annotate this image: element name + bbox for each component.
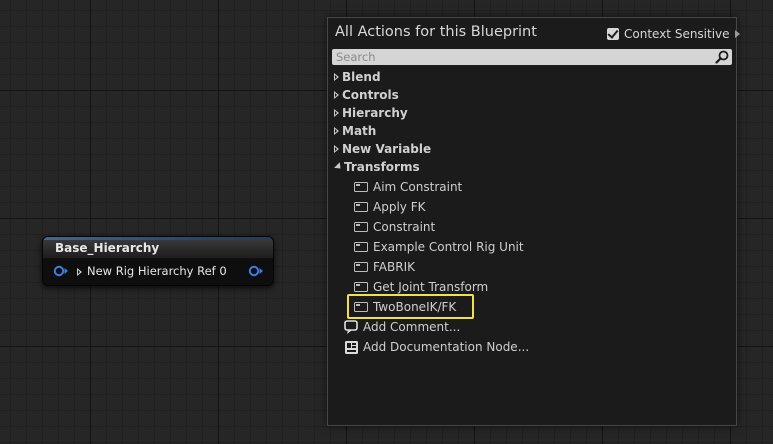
action-label: Apply FK	[373, 200, 426, 214]
context-sensitive-label: Context Sensitive	[624, 27, 730, 41]
add-documentation-node-label: Add Documentation Node...	[363, 340, 530, 354]
category-label: Controls	[342, 88, 399, 102]
exec-input-pin-icon[interactable]	[53, 265, 69, 277]
category-label: Blend	[342, 70, 381, 84]
documentation-icon	[345, 340, 358, 354]
action-label: Constraint	[373, 220, 436, 234]
function-icon	[354, 242, 368, 252]
function-icon	[354, 262, 368, 272]
expand-arrow-icon	[334, 145, 339, 153]
action-label: Example Control Rig Unit	[373, 240, 524, 254]
expand-arrow-icon	[334, 73, 339, 81]
category-hierarchy[interactable]: Hierarchy	[334, 104, 408, 122]
action-example-control-rig-unit[interactable]: Example Control Rig Unit	[354, 237, 532, 257]
category-label: Hierarchy	[342, 106, 408, 120]
action-twobone-ik-fk[interactable]: TwoBoneIK/FK	[347, 294, 474, 319]
function-icon	[354, 202, 368, 212]
node-body: New Rig Hierarchy Ref 0	[43, 259, 273, 284]
exec-output-pin-icon[interactable]	[248, 265, 264, 277]
category-new-variable[interactable]: New Variable	[334, 140, 431, 158]
function-icon	[354, 222, 368, 232]
action-fabrik[interactable]: FABRIK	[354, 257, 423, 277]
add-documentation-node-action[interactable]: Add Documentation Node...	[344, 337, 529, 357]
context-sensitive-toggle[interactable]: Context Sensitive	[607, 27, 740, 41]
category-transforms[interactable]: Transforms	[334, 158, 420, 176]
comment-icon	[344, 319, 358, 334]
category-controls[interactable]: Controls	[334, 86, 399, 104]
expand-pin-arrow-icon[interactable]	[77, 268, 82, 276]
expand-arrow-icon	[334, 127, 339, 135]
collapse-arrow-icon	[334, 161, 344, 171]
search-input[interactable]	[332, 49, 716, 65]
node-title: Base_Hierarchy	[43, 237, 273, 259]
menu-title: All Actions for this Blueprint	[335, 24, 537, 40]
search-box	[332, 49, 732, 65]
function-icon	[354, 282, 368, 292]
action-label: TwoBoneIK/FK	[373, 299, 457, 314]
action-label: FABRIK	[373, 260, 415, 274]
context-sensitive-checkbox[interactable]	[607, 28, 619, 40]
action-constraint[interactable]: Constraint	[354, 217, 443, 237]
context-options-arrow-icon[interactable]	[734, 30, 740, 38]
add-comment-label: Add Comment...	[363, 320, 461, 334]
blueprint-actions-menu: All Actions for this Blueprint Context S…	[327, 17, 740, 426]
category-blend[interactable]: Blend	[334, 68, 381, 86]
search-icon[interactable]	[715, 50, 729, 64]
category-math[interactable]: Math	[334, 122, 376, 140]
pin-label: New Rig Hierarchy Ref 0	[87, 264, 227, 278]
function-icon	[354, 182, 368, 192]
action-label: Aim Constraint	[373, 180, 463, 194]
function-icon	[354, 301, 368, 312]
add-comment-action[interactable]: Add Comment...	[344, 317, 460, 337]
category-label: New Variable	[342, 142, 432, 156]
base-hierarchy-node[interactable]: Base_Hierarchy New Rig Hierarchy Ref 0	[42, 236, 274, 286]
expand-arrow-icon	[334, 109, 339, 117]
category-label: Math	[342, 124, 377, 138]
category-label: Transforms	[344, 160, 420, 174]
action-apply-fk[interactable]: Apply FK	[354, 197, 433, 217]
action-aim-constraint[interactable]: Aim Constraint	[354, 177, 470, 197]
action-label: Get Joint Transform	[373, 280, 489, 294]
expand-arrow-icon	[334, 91, 339, 99]
